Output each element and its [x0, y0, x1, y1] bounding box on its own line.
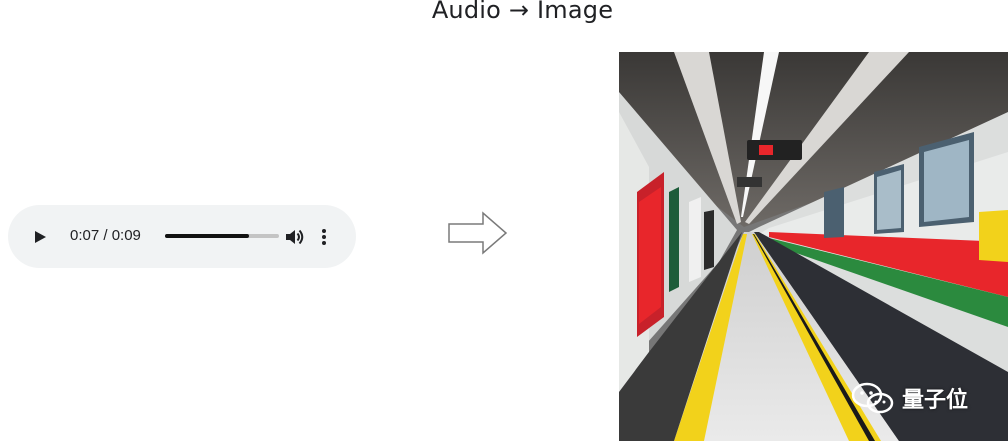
- progress-slider[interactable]: [165, 234, 279, 238]
- more-vert-icon: [322, 229, 326, 245]
- more-options-button[interactable]: [320, 226, 328, 248]
- time-display: 0:07 / 0:09: [70, 227, 141, 244]
- play-button[interactable]: [30, 227, 50, 247]
- progress-fill: [165, 234, 250, 238]
- page-title: Audio → Image: [431, 0, 614, 24]
- watermark: 量子位: [850, 378, 968, 418]
- watermark-text: 量子位: [902, 388, 969, 413]
- right-arrow-icon: [448, 211, 508, 255]
- volume-button[interactable]: [284, 227, 306, 247]
- play-icon: [35, 231, 46, 243]
- volume-icon: [286, 229, 304, 245]
- wechat-icon: [851, 382, 894, 414]
